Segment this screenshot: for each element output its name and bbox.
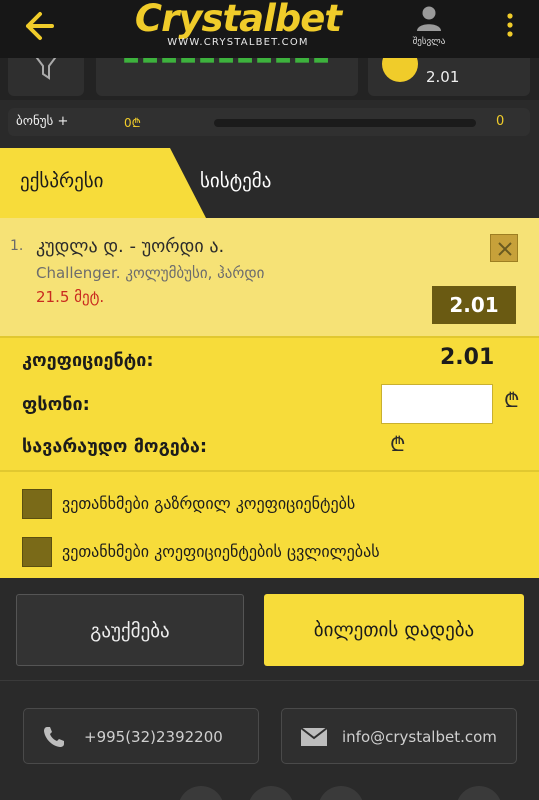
total-odds-box[interactable]: 2.01 [368,58,530,96]
scrolled-toolbar: ▬▬▬▬▬▬▬▬▬▬▬ 2.01 [0,53,539,100]
potential-win-label: სავარაუდო მოგება: [22,436,208,457]
accept-increased-label[interactable]: ვეთანხმები გაზრდილ კოეფიციენტებს [62,494,355,513]
win-currency-icon: ₾ [390,432,406,456]
stake-input[interactable] [381,384,493,424]
logo-text: Crystalbet [134,0,342,40]
bonus-bar: ბონუს + 0₾ 0 [8,108,530,136]
bet-odds-badge: 2.01 [432,286,516,324]
stake-currency-icon: ₾ [504,388,520,412]
phone-number: +995(32)2392200 [84,728,223,746]
cancel-button[interactable]: გაუქმება [16,594,244,666]
accept-changes-label[interactable]: ვეთანხმები კოეფიციენტების ცვლილებას [62,542,380,561]
social-link-circle[interactable] [318,786,364,800]
market-selector[interactable]: ▬▬▬▬▬▬▬▬▬▬▬ [96,58,358,96]
close-icon [498,242,512,256]
bonus-progress-track [214,119,476,127]
login-button[interactable]: შესვლა [400,4,458,50]
tab-express-label: ექსპრესი [20,170,104,192]
social-link-circle[interactable] [178,786,224,800]
coefficient-value: 2.01 [440,345,495,370]
footer-divider [0,680,539,681]
email-contact[interactable]: info@crystalbet.com [281,708,517,764]
social-link-circle[interactable] [248,786,294,800]
total-odds-value: 2.01 [426,68,460,86]
more-menu-icon[interactable] [498,10,522,40]
social-link-circle[interactable] [456,786,502,800]
bonus-label[interactable]: ბონუს + [16,114,68,129]
mail-icon [300,727,328,746]
coefficient-label: კოეფიციენტი: [22,350,154,371]
divider [0,336,539,338]
filter-icon [32,53,60,80]
filter-button[interactable] [8,53,84,96]
user-icon [417,6,441,31]
divider [0,470,539,472]
bet-number: 1. [10,238,24,254]
email-address: info@crystalbet.com [342,728,497,746]
login-label: შესვლა [412,37,446,47]
bonus-progress-value: 0 [496,114,505,129]
back-arrow-icon[interactable] [18,10,58,42]
phone-icon [44,727,64,747]
crystalbet-logo[interactable]: Crystalbet WWW.CRYSTALBET.COM [118,0,358,52]
place-bet-button[interactable]: ბილეთის დადება [264,594,524,666]
bonus-amount: 0₾ [124,116,141,130]
tab-system-label[interactable]: სისტემა [200,170,271,192]
phone-contact[interactable]: +995(32)2392200 [23,708,259,764]
stake-label: ფსონი: [22,394,90,415]
accept-changes-checkbox[interactable] [22,537,52,567]
bet-league: Challenger. კოლუმბუსი, ჰარდი [36,264,265,282]
market-selector-text: ▬▬▬▬▬▬▬▬▬▬▬ [122,58,332,69]
betslip-tabs: ექსპრესი სისტემა [0,148,539,218]
accept-increased-checkbox[interactable] [22,489,52,519]
remove-bet-button[interactable] [490,234,518,262]
bet-match-name: კუდლა დ. - უორდი ა. [36,236,225,257]
bet-market: 21.5 მეტ. [36,288,105,306]
coin-icon [382,58,418,82]
app-header: Crystalbet WWW.CRYSTALBET.COM შესვლა [0,0,539,58]
tab-express[interactable]: ექსპრესი [0,148,190,218]
